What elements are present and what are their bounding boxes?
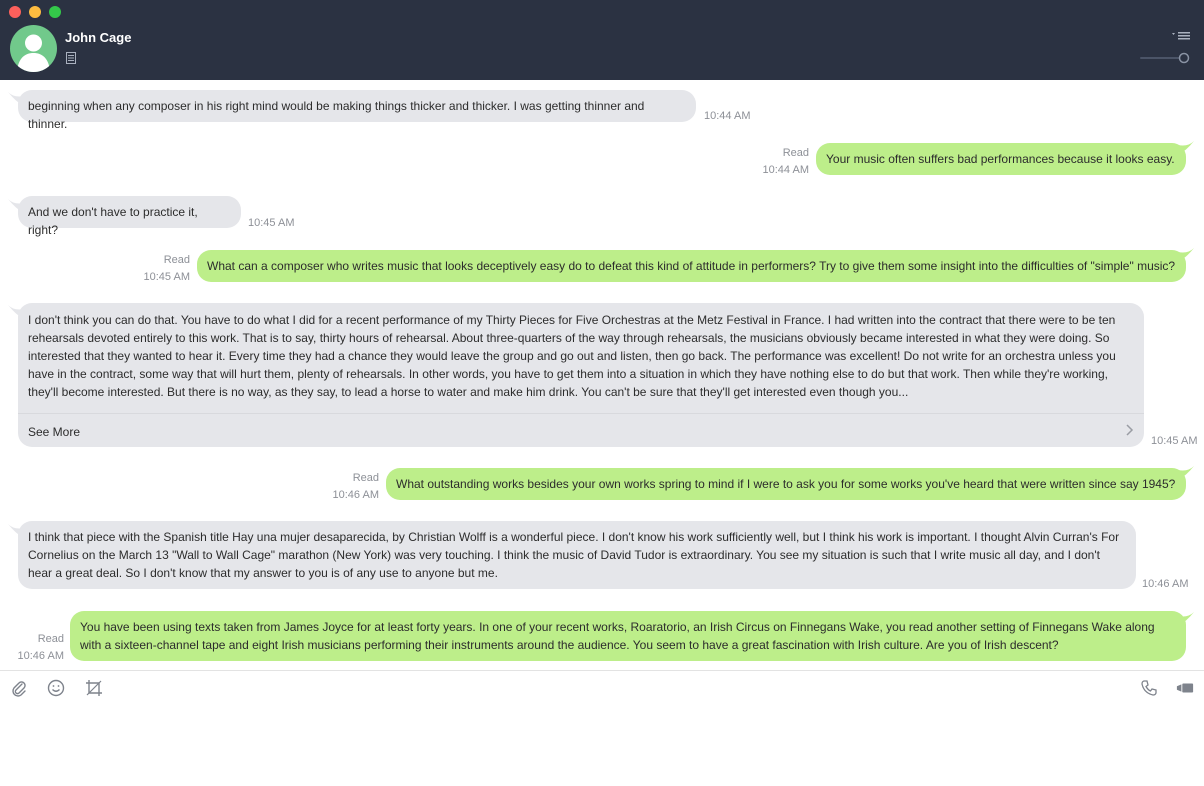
message-time: 10:44 AM	[762, 164, 809, 176]
incoming-message[interactable]: I think that piece with the Spanish titl…	[18, 521, 1136, 589]
person-icon	[17, 34, 50, 72]
menu-icon[interactable]	[1172, 30, 1190, 42]
incoming-message[interactable]: I don't think you can do that. You have …	[18, 303, 1144, 447]
zoom-slider[interactable]	[1140, 52, 1190, 64]
outgoing-message[interactable]: What outstanding works besides your own …	[386, 468, 1186, 500]
composer-toolbar	[0, 670, 1204, 705]
message-text: beginning when any composer in his right…	[28, 99, 645, 131]
video-icon[interactable]	[1176, 679, 1194, 697]
chat-header: John Cage	[0, 0, 1204, 80]
message-input[interactable]	[0, 704, 1204, 786]
avatar[interactable]	[10, 25, 57, 72]
see-more-button[interactable]: See More	[18, 413, 1144, 447]
message-time: 10:46 AM	[17, 650, 64, 662]
message-line: Cornelius on the March 13 "Wall to Wall …	[28, 548, 1100, 562]
emoji-icon[interactable]	[47, 679, 65, 697]
message-text: And we don't have to practice it, right?	[28, 205, 198, 237]
message-time: 10:45 AM	[1151, 435, 1198, 447]
message-time: 10:45 AM	[143, 271, 190, 283]
outgoing-message[interactable]: You have been using texts taken from Jam…	[70, 611, 1186, 661]
paperclip-icon[interactable]	[10, 679, 28, 697]
phone-icon[interactable]	[1140, 679, 1158, 697]
message-time: 10:46 AM	[1142, 578, 1189, 590]
message-line: interested that they wanted to hear it. …	[28, 349, 1116, 363]
message-text: What can a composer who writes music tha…	[207, 259, 1176, 273]
window-zoom-button[interactable]	[49, 6, 61, 18]
read-receipt: Read	[352, 472, 379, 484]
message-line: rehearsals devoted entirely to this work…	[28, 331, 1110, 345]
crop-icon[interactable]	[85, 679, 103, 697]
message-line: I don't think you can do that. You have …	[28, 313, 1116, 327]
incoming-message[interactable]: beginning when any composer in his right…	[18, 90, 696, 131]
message-line: hear a great deal. So I don't know that …	[28, 566, 498, 580]
window-minimize-button[interactable]	[29, 6, 41, 18]
message-line: You have been using texts taken from Jam…	[80, 620, 1155, 634]
see-more-label: See More	[28, 425, 81, 439]
message-text: What outstanding works besides your own …	[396, 477, 1176, 491]
message-line: I think that piece with the Spanish titl…	[28, 530, 1120, 544]
message-line: have in the contract, some way that will…	[28, 367, 1108, 381]
outgoing-message[interactable]: Your music often suffers bad performance…	[816, 143, 1186, 175]
message-line: with a sixteen-channel tape and eight Ir…	[80, 638, 1059, 652]
read-receipt: Read	[163, 254, 190, 266]
chevron-right-icon	[1126, 424, 1134, 436]
outgoing-message[interactable]: What can a composer who writes music tha…	[197, 250, 1186, 282]
message-time: 10:46 AM	[332, 489, 379, 501]
read-receipt: Read	[37, 633, 64, 645]
incoming-message[interactable]: And we don't have to practice it, right?	[18, 196, 241, 237]
message-time: 10:44 AM	[704, 110, 751, 122]
contact-name[interactable]: John Cage	[65, 30, 131, 45]
message-text: Your music often suffers bad performance…	[826, 152, 1175, 166]
message-line: they'll become interested. But there is …	[28, 385, 909, 399]
note-icon[interactable]	[66, 52, 76, 64]
read-receipt: Read	[782, 147, 809, 159]
message-list[interactable]: beginning when any composer in his right…	[0, 80, 1204, 670]
window-close-button[interactable]	[9, 6, 21, 18]
message-time: 10:45 AM	[248, 217, 295, 229]
